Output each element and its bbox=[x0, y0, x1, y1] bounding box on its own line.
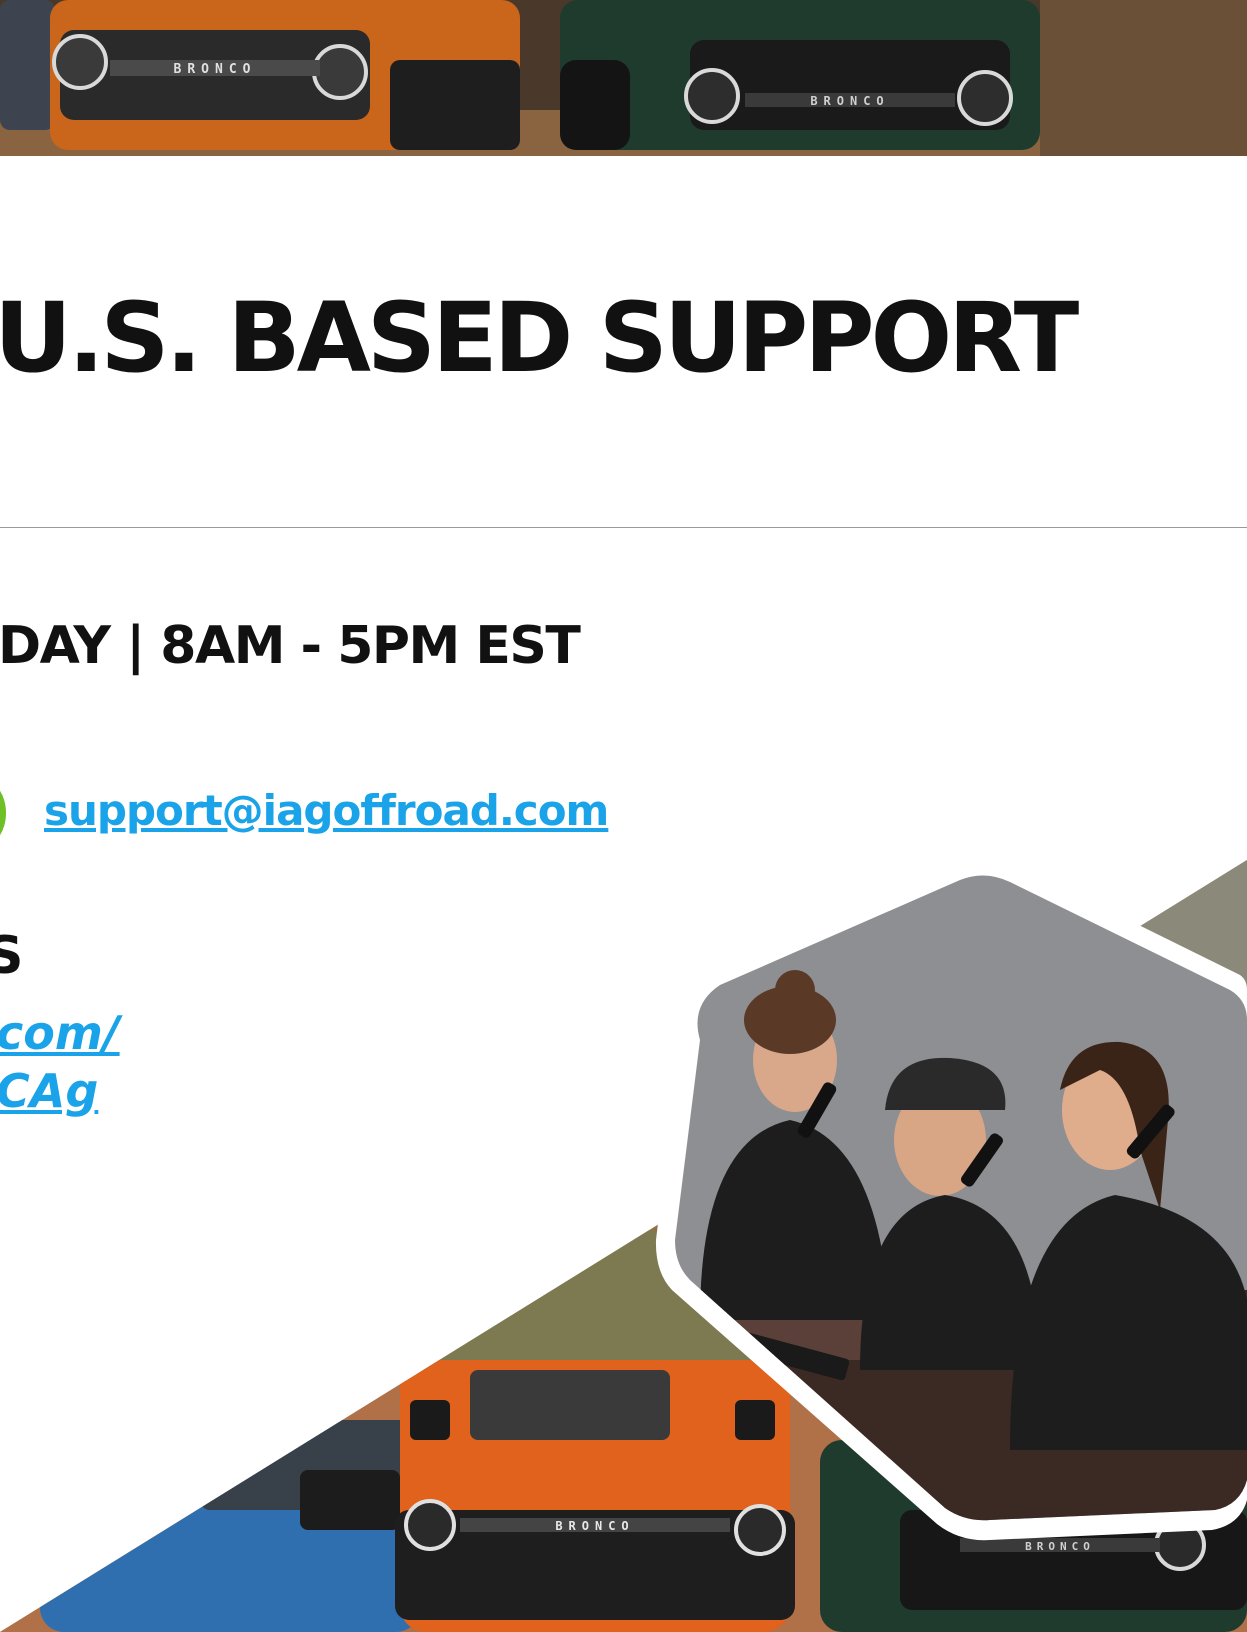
support-collage-image: BRONCO BRONCO bbox=[0, 856, 1247, 1632]
truck-orange-collage: BRONCO bbox=[395, 1360, 795, 1632]
truck-blue bbox=[40, 1420, 420, 1632]
page: BRONCO BRONCO U.S. BASED SUPPORT DAY | 8… bbox=[0, 0, 1247, 1632]
svg-text:BRONCO: BRONCO bbox=[555, 1519, 634, 1533]
svg-text:BRONCO: BRONCO bbox=[1025, 1540, 1095, 1553]
